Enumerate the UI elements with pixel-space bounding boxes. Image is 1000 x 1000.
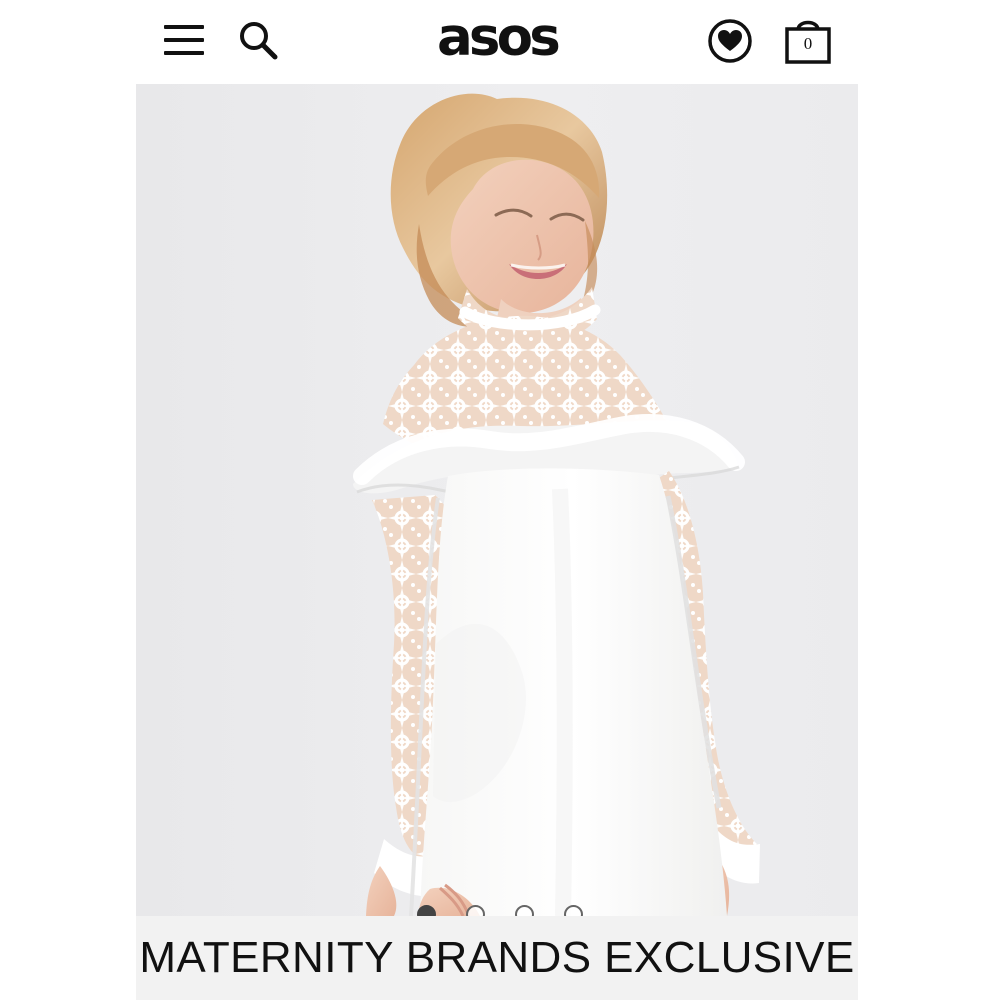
- saved-items-button[interactable]: [706, 17, 754, 65]
- asos-logo[interactable]: asos: [417, 2, 577, 72]
- bag-count: 0: [803, 34, 813, 53]
- search-icon: [240, 22, 278, 60]
- menu-button[interactable]: [160, 18, 208, 62]
- search-button[interactable]: [234, 16, 282, 64]
- heart-saved-icon: [708, 19, 752, 63]
- product-image-carousel[interactable]: [136, 84, 858, 916]
- hamburger-menu-icon: [164, 25, 204, 55]
- top-navigation-bar: asos 0: [136, 0, 858, 84]
- maternity-dress-product-image[interactable]: [136, 84, 858, 916]
- shopping-bag-button[interactable]: 0: [782, 12, 834, 68]
- maternity-brands-banner: MATERNITY BRANDS EXCLUSIVE: [136, 916, 858, 1000]
- mobile-shop-screen: asos 0 MATERNITY BRANDS EXCLUSIVE: [0, 0, 1000, 1000]
